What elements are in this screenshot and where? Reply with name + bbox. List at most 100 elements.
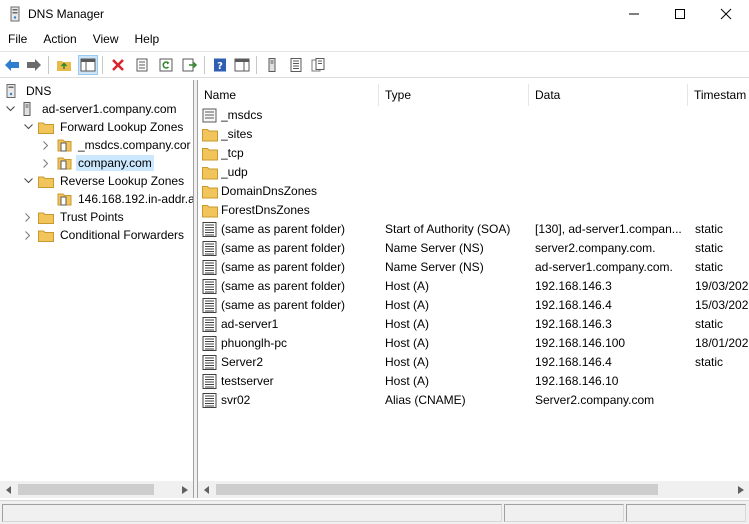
chevron-down-icon[interactable]: [4, 103, 16, 115]
close-button[interactable]: [703, 0, 749, 28]
record-row[interactable]: ForestDnsZones: [202, 201, 749, 220]
record-row[interactable]: _msdcs: [202, 106, 749, 125]
record-row[interactable]: phuonglh-pc Host (A) 192.168.146.100 18/01/…: [202, 334, 749, 353]
tree-item-reverse-zone[interactable]: 146.168.192.in-addr.a: [56, 190, 193, 208]
record-data: [130], ad-server1.compan...: [535, 222, 682, 236]
record-row[interactable]: (same as parent folder) Name Server (NS) s…: [202, 239, 749, 258]
record-icon: [202, 336, 218, 352]
record-icon: [202, 241, 218, 257]
column-header-name[interactable]: Name: [198, 84, 379, 106]
record-timestamp: [695, 106, 749, 125]
back-button[interactable]: [2, 55, 22, 75]
record-row[interactable]: _udp: [202, 163, 749, 182]
record-type: Host (A): [385, 336, 430, 350]
scroll-left-icon[interactable]: [0, 481, 17, 498]
server-button[interactable]: [262, 55, 282, 75]
menu-help[interactable]: Help: [127, 28, 168, 50]
record-data: 192.168.146.3: [535, 317, 612, 331]
close-icon: [720, 8, 732, 20]
record-name: _udp: [221, 165, 248, 179]
scroll-left-icon[interactable]: [198, 481, 215, 498]
record-row[interactable]: testserver Host (A) 192.168.146.10: [202, 372, 749, 391]
record-row[interactable]: (same as parent folder) Start of Authorit…: [202, 220, 749, 239]
menu-view[interactable]: View: [85, 28, 127, 50]
column-header-data[interactable]: Data: [529, 84, 688, 106]
record-row[interactable]: Server2 Host (A) 192.168.146.4 static: [202, 353, 749, 372]
record-name: _tcp: [221, 146, 244, 160]
scrollbar-thumb[interactable]: [216, 484, 658, 495]
menu-file[interactable]: File: [0, 28, 35, 50]
refresh-button[interactable]: [156, 55, 176, 75]
record-row[interactable]: _tcp: [202, 144, 749, 163]
record-type: Host (A): [385, 298, 430, 312]
folder-icon: [202, 165, 218, 181]
tree-label: Trust Points: [60, 210, 124, 224]
minimize-button[interactable]: [611, 0, 657, 28]
tree-label: DNS: [26, 84, 52, 98]
tree-item-msdcs-zone[interactable]: _msdcs.company.cor: [40, 136, 192, 154]
record-icon: [202, 393, 218, 409]
delete-button[interactable]: [108, 55, 128, 75]
chevron-down-icon[interactable]: [22, 175, 34, 187]
record-row[interactable]: _sites: [202, 125, 749, 144]
record-name: testserver: [221, 374, 274, 388]
tree-item-company-zone[interactable]: company.com: [40, 154, 154, 172]
record-type: Host (A): [385, 355, 430, 369]
tree-label: _msdcs.company.cor: [78, 138, 191, 152]
record-row[interactable]: (same as parent folder) Host (A) 192.168.1…: [202, 277, 749, 296]
status-bar: [0, 500, 749, 524]
forward-button[interactable]: [24, 55, 44, 75]
tree-item-trust-points[interactable]: Trust Points: [22, 208, 126, 226]
scrollbar-thumb[interactable]: [18, 484, 154, 495]
chevron-right-icon[interactable]: [40, 139, 52, 151]
new-record-button[interactable]: [308, 55, 328, 75]
record-row[interactable]: ad-server1 Host (A) 192.168.146.3 static: [202, 315, 749, 334]
list-horizontal-scrollbar[interactable]: [198, 481, 749, 498]
toolbar-separator: [204, 56, 205, 74]
status-panel: [626, 504, 746, 522]
show-action-pane-button[interactable]: [232, 55, 252, 75]
tree-item-reverse-lookup-zones[interactable]: Reverse Lookup Zones: [22, 172, 186, 190]
scroll-right-icon[interactable]: [732, 481, 749, 498]
record-icon: [202, 298, 218, 314]
folder-icon: [38, 174, 54, 188]
tree-item-forward-lookup-zones[interactable]: Forward Lookup Zones: [22, 118, 185, 136]
help-button[interactable]: ?: [210, 55, 230, 75]
refresh-icon: [159, 58, 173, 72]
folder-icon: [202, 203, 218, 219]
folder-icon: [38, 120, 54, 134]
folder-up-icon: [57, 61, 71, 71]
show-hide-console-tree-button[interactable]: [78, 55, 98, 75]
new-zone-button[interactable]: [286, 55, 306, 75]
export-list-button[interactable]: [180, 55, 200, 75]
record-timestamp: [695, 391, 749, 410]
record-type: [385, 163, 531, 182]
scroll-right-icon[interactable]: [176, 481, 193, 498]
record-data: ad-server1.company.com.: [535, 260, 673, 274]
record-timestamp: [695, 163, 749, 182]
record-type: Alias (CNAME): [385, 393, 466, 407]
tree-item-conditional-forwarders[interactable]: Conditional Forwarders: [22, 226, 186, 244]
record-row[interactable]: (same as parent folder) Name Server (NS) a…: [202, 258, 749, 277]
chevron-right-icon[interactable]: [22, 229, 34, 241]
tree-horizontal-scrollbar[interactable]: [0, 481, 193, 498]
maximize-button[interactable]: [657, 0, 703, 28]
chevron-right-icon[interactable]: [40, 157, 52, 169]
record-data: [535, 144, 689, 163]
menu-action[interactable]: Action: [35, 28, 84, 50]
column-header-type[interactable]: Type: [379, 84, 529, 106]
record-row[interactable]: (same as parent folder) Host (A) 192.168.1…: [202, 296, 749, 315]
tree-item-dns[interactable]: DNS: [4, 82, 53, 100]
column-header-timestamp[interactable]: Timestam: [688, 84, 749, 106]
record-row[interactable]: svr02 Alias (CNAME) Server2.company.com: [202, 391, 749, 410]
properties-button[interactable]: [132, 55, 152, 75]
chevron-right-icon[interactable]: [22, 211, 34, 223]
record-row[interactable]: DomainDnsZones: [202, 182, 749, 201]
record-name: ad-server1: [221, 317, 279, 331]
tree-label: Reverse Lookup Zones: [60, 174, 185, 188]
dns-manager-icon: [8, 6, 22, 22]
status-panel: [2, 504, 502, 522]
up-one-level-button[interactable]: [54, 55, 74, 75]
chevron-down-icon[interactable]: [22, 121, 34, 133]
tree-item-server[interactable]: ad-server1.company.com: [4, 100, 179, 118]
